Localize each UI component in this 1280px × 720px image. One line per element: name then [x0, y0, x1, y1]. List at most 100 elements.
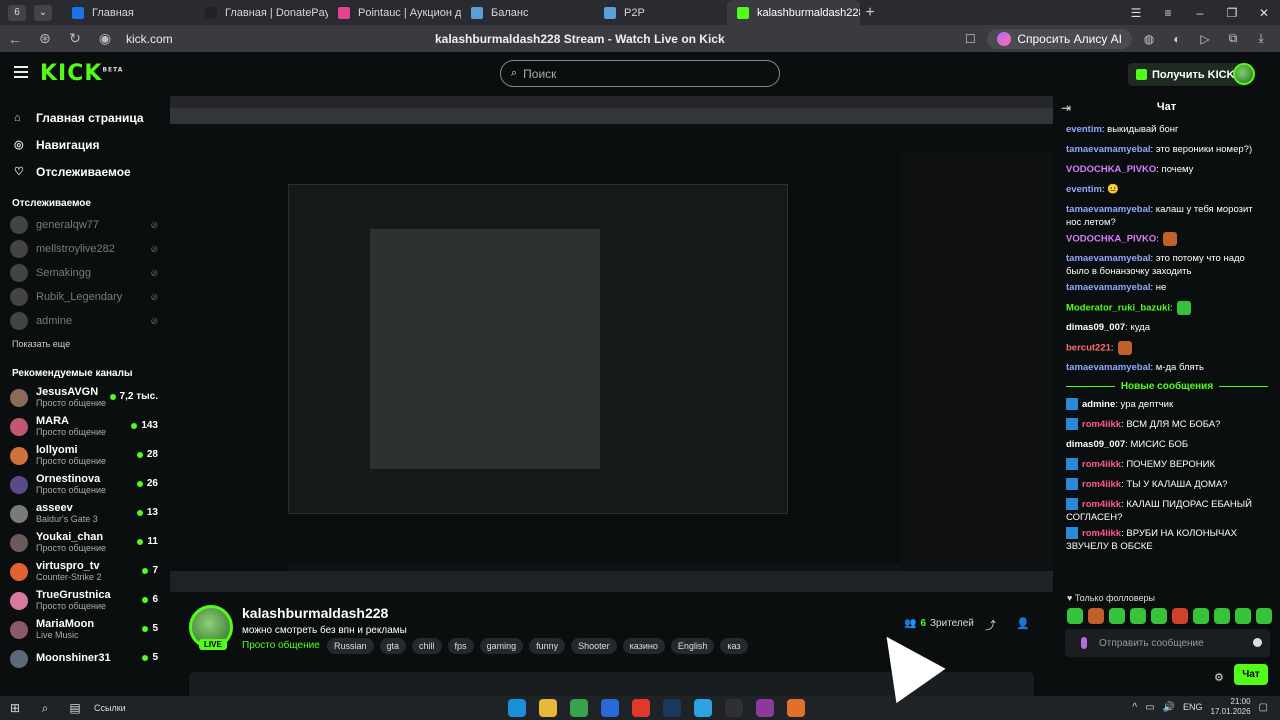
chat-username[interactable]: rom4iikk: [1082, 528, 1121, 539]
browser-tab[interactable]: Pointauc | Аукцион для ст: [328, 0, 461, 25]
stream-tag[interactable]: funny: [529, 638, 566, 654]
search-input[interactable]: ⌕ Поиск: [500, 60, 780, 87]
get-kicks-button[interactable]: Получить KICKs: [1128, 63, 1249, 86]
network-icon[interactable]: ▭: [1145, 702, 1154, 713]
new-messages-divider[interactable]: Новые сообщения: [1066, 381, 1268, 392]
task-view-icon[interactable]: ▤: [60, 701, 90, 715]
tab-count-button[interactable]: 6: [8, 4, 26, 21]
chat-username[interactable]: VODOCHKA_PIVKO: [1066, 164, 1156, 175]
clock[interactable]: 21:00 17.01.2026: [1211, 697, 1251, 717]
extension-icon[interactable]: ◐: [1166, 32, 1188, 46]
reload-icon[interactable]: ↻: [60, 30, 90, 47]
obs-icon[interactable]: [725, 699, 743, 717]
browser-tab[interactable]: kalashburmaldash228 S: [727, 0, 860, 25]
streamer-name[interactable]: kalashburmaldash228: [242, 605, 388, 621]
chat-username[interactable]: rom4iikk: [1082, 479, 1121, 490]
minimize-button[interactable]: –: [1184, 6, 1216, 20]
chat-username[interactable]: tamaevamamyebal: [1066, 144, 1151, 155]
back-icon[interactable]: ←: [0, 31, 30, 47]
site-info-icon[interactable]: ◉: [90, 30, 120, 47]
chevron-up-icon[interactable]: ^: [1132, 702, 1137, 713]
nav-item[interactable]: ◎ Навигация: [0, 131, 170, 158]
browser-tab[interactable]: P2P: [594, 0, 727, 25]
chat-username[interactable]: eventim: [1066, 124, 1102, 135]
chat-username[interactable]: rom4iikk: [1082, 459, 1121, 470]
recommended-channel[interactable]: Ornestinova Просто общение 26: [0, 470, 170, 499]
stream-tag[interactable]: казино: [622, 638, 665, 654]
following-item[interactable]: mellstroylive282 ⊘: [0, 237, 170, 261]
chrome-icon[interactable]: [570, 699, 588, 717]
emote-icon[interactable]: [1067, 608, 1083, 624]
gear-icon[interactable]: ⚙: [1214, 671, 1224, 684]
links-toolbar[interactable]: Ссылки: [94, 703, 126, 713]
emote-icon[interactable]: [1088, 608, 1104, 624]
volume-icon[interactable]: 🔊: [1163, 702, 1175, 713]
emote-icon[interactable]: [1109, 608, 1125, 624]
windows-start-icon[interactable]: ⊞: [0, 701, 30, 715]
stream-category[interactable]: Просто общение: [242, 640, 320, 651]
chat-username[interactable]: eventim: [1066, 184, 1102, 195]
stream-tag[interactable]: каз: [720, 638, 748, 654]
emote-icon[interactable]: [1151, 608, 1167, 624]
stream-tag[interactable]: chill: [412, 638, 442, 654]
menu-icon[interactable]: [14, 66, 28, 78]
chat-username[interactable]: tamaevamamyebal: [1066, 282, 1151, 293]
chat-username[interactable]: rom4iikk: [1082, 499, 1121, 510]
emote-icon[interactable]: [1214, 608, 1230, 624]
show-more-link[interactable]: Показать еще: [0, 333, 170, 355]
alisa-button[interactable]: Спросить Алису AI: [987, 28, 1132, 49]
emote-icon[interactable]: [1235, 608, 1251, 624]
video-player[interactable]: [170, 96, 1053, 592]
recommended-channel[interactable]: virtuspro_tv Counter-Strike 2 7: [0, 557, 170, 586]
search-icon[interactable]: ⌕: [30, 701, 60, 716]
send-chat-button[interactable]: Чат: [1234, 664, 1268, 685]
recommended-channel[interactable]: JesusAVGN Просто общение 7,2 тыс.: [0, 383, 170, 412]
chat-username[interactable]: Moderator_ruki_bazuki: [1066, 303, 1170, 314]
download-icon[interactable]: ⤓: [1250, 31, 1272, 46]
chat-username[interactable]: tamaevamamyebal: [1066, 204, 1151, 215]
kick-logo[interactable]: KICKBETA: [40, 61, 123, 86]
share-icon[interactable]: ⤴: [985, 617, 996, 633]
chat-username[interactable]: tamaevamamyebal: [1066, 362, 1151, 373]
recommended-channel[interactable]: Youkai_chan Просто общение 11: [0, 528, 170, 557]
emote-icon[interactable]: [1193, 608, 1209, 624]
chat-input[interactable]: Отправить сообщение: [1065, 629, 1270, 657]
recommended-channel[interactable]: asseev Baldur's Gate 3 13: [0, 499, 170, 528]
maximize-button[interactable]: ❐: [1216, 6, 1248, 20]
telegram-icon[interactable]: [694, 699, 712, 717]
recommended-channel[interactable]: MARA Просто общение 143: [0, 412, 170, 441]
chat-username[interactable]: dimas09_007: [1066, 322, 1125, 333]
yandex-icon[interactable]: [632, 699, 650, 717]
emote-icon[interactable]: [1172, 608, 1188, 624]
edge-icon[interactable]: [508, 699, 526, 717]
stream-tag[interactable]: gaming: [479, 638, 524, 654]
recommended-channel[interactable]: Moonshiner31 5: [0, 644, 170, 673]
new-tab-button[interactable]: +: [860, 3, 880, 23]
chat-username[interactable]: admine: [1082, 399, 1115, 410]
chevron-down-icon[interactable]: ⌄: [34, 4, 52, 21]
recommended-channel[interactable]: TrueGrustnica Просто общение 6: [0, 586, 170, 615]
recommended-channel[interactable]: MariaMoon Live Music 5: [0, 615, 170, 644]
language-indicator[interactable]: ENG: [1183, 702, 1203, 712]
chat-username[interactable]: rom4iikk: [1082, 419, 1121, 430]
browser-tab[interactable]: Главная: [62, 0, 195, 25]
emoji-icon[interactable]: [1253, 638, 1262, 647]
nav-item[interactable]: ⌂ Главная страница: [0, 104, 170, 131]
nav-item[interactable]: ♡ Отслеживаемое: [0, 158, 170, 185]
folder-icon[interactable]: [539, 699, 557, 717]
menu-icon[interactable]: ≡: [1152, 6, 1184, 20]
notifications-icon[interactable]: ▢: [1259, 702, 1268, 713]
chat-username[interactable]: dimas09_007: [1066, 439, 1125, 450]
bookmarks-icon[interactable]: ☰: [1120, 6, 1152, 20]
mic-icon[interactable]: [1081, 637, 1087, 649]
follow-icon[interactable]: 👤: [1016, 617, 1030, 630]
following-item[interactable]: Semakingg ⊘: [0, 261, 170, 285]
bookmark-icon[interactable]: ☐: [959, 32, 981, 46]
media-icon[interactable]: ▷: [1194, 32, 1216, 46]
recommended-channel[interactable]: lollyomi Просто общение 28: [0, 441, 170, 470]
browser-tab[interactable]: Главная | DonatePay: [195, 0, 328, 25]
stream-tag[interactable]: fps: [447, 638, 474, 654]
url-field[interactable]: kick.com: [126, 32, 173, 46]
protect-icon[interactable]: ⊛: [30, 30, 60, 47]
collections-icon[interactable]: ⧉: [1222, 31, 1244, 46]
